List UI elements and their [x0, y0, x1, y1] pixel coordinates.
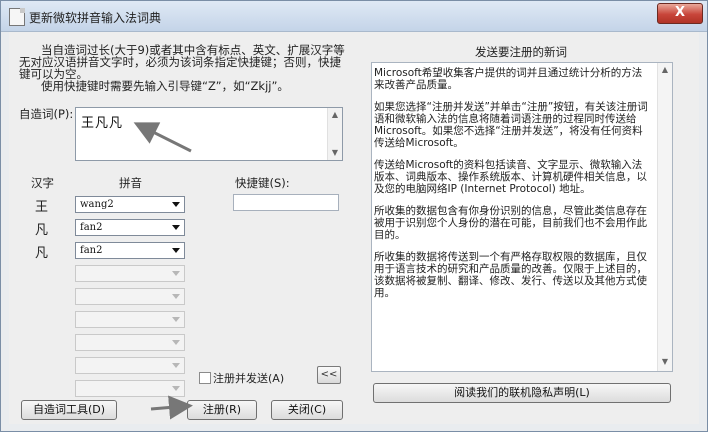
dropdown-arrow-icon — [172, 271, 180, 276]
pinyin-select-1[interactable]: wang2 — [75, 196, 185, 213]
close-button[interactable]: 关闭(C) — [271, 400, 343, 420]
info-paragraph: Microsoft希望收集客户提供的词并且通过统计分析的方法来改善产品质量。 — [374, 67, 643, 91]
privacy-statement-button[interactable]: 阅读我们的联机隐私声明(L) — [373, 383, 671, 403]
pinyin-select-3[interactable]: fan2 — [75, 242, 185, 259]
custom-word-input[interactable]: 王凡凡 ▲ ▼ — [75, 107, 343, 161]
info-paragraph: 如果您选择“注册并发送”并单击“注册”按钮，有关该注册词语和微软输入法的信息将随… — [374, 101, 648, 149]
pinyin-select-8 — [75, 357, 185, 374]
scroll-down-icon[interactable]: ▼ — [330, 148, 340, 158]
instructions: 当自造词过长(大于9)或者其中含有标点、英文、扩展汉字等无对应汉语拼音文字时，必… — [19, 44, 349, 92]
dropdown-arrow-icon — [172, 340, 180, 345]
dropdown-arrow-icon — [172, 294, 180, 299]
register-button[interactable]: 注册(R) — [187, 400, 257, 420]
pinyin-select-7 — [75, 334, 185, 351]
dialog-window: 更新微软拼音输入法词典 X 当自造词过长(大于9)或者其中含有标点、英文、扩展汉… — [0, 0, 708, 432]
title-bar[interactable]: 更新微软拼音输入法词典 X — [1, 1, 707, 32]
dropdown-arrow-icon — [172, 363, 180, 368]
hanzi-char-2: 凡 — [35, 223, 49, 238]
send-panel-title: 发送要注册的新词 — [475, 45, 567, 59]
instructions-line-1: 当自造词过长(大于9)或者其中含有标点、英文、扩展汉字等无对应汉语拼音文字时，必… — [19, 43, 345, 81]
pinyin-value-2: fan2 — [80, 222, 103, 233]
pinyin-select-4 — [75, 265, 185, 282]
pinyin-column-header: 拼音 — [119, 176, 142, 190]
custom-word-label: 自造词(P): — [19, 107, 74, 121]
info-panel-text: Microsoft希望收集客户提供的词并且通过统计分析的方法来改善产品质量。 如… — [374, 67, 650, 309]
info-panel-scrollbar[interactable]: ▲ ▼ — [657, 63, 672, 371]
hanzi-column-header: 汉字 — [31, 176, 54, 190]
scroll-up-icon[interactable]: ▲ — [330, 110, 340, 120]
pinyin-select-2[interactable]: fan2 — [75, 219, 185, 236]
dropdown-arrow-icon — [172, 202, 180, 207]
info-panel: Microsoft希望收集客户提供的词并且通过统计分析的方法来改善产品质量。 如… — [371, 62, 673, 372]
close-window-button[interactable]: X — [657, 3, 703, 24]
dropdown-arrow-icon — [172, 317, 180, 322]
collapse-panel-button[interactable]: << — [317, 366, 341, 384]
dropdown-arrow-icon — [172, 248, 180, 253]
dropdown-arrow-icon — [172, 225, 180, 230]
pinyin-value-1: wang2 — [80, 199, 114, 210]
instructions-line-2: 使用快捷键时需要先输入引导键“Z”，如“Zkjj”。 — [41, 79, 289, 93]
register-and-send-label[interactable]: 注册并发送(A) — [213, 370, 284, 386]
word-tools-button[interactable]: 自造词工具(D) — [21, 400, 117, 420]
pinyin-value-3: fan2 — [80, 245, 103, 256]
custom-word-value: 王凡凡 — [81, 116, 124, 131]
info-paragraph: 所收集的数据包含有你身份识别的信息，尽管此类信息存在被用于识别您个人身份的潜在可… — [374, 205, 647, 241]
window-title: 更新微软拼音输入法词典 — [29, 11, 162, 25]
info-paragraph: 所收集的数据将传送到一个有严格存取权限的数据库，且仅用于语言技术的研究和产品质量… — [374, 251, 647, 299]
custom-word-scrollbar[interactable]: ▲ ▼ — [327, 108, 342, 160]
register-and-send-checkbox[interactable] — [199, 372, 211, 384]
dialog-body: 当自造词过长(大于9)或者其中含有标点、英文、扩展汉字等无对应汉语拼音文字时，必… — [9, 32, 699, 424]
hanzi-char-3: 凡 — [35, 246, 49, 261]
pinyin-select-9 — [75, 380, 185, 397]
dropdown-arrow-icon — [172, 386, 180, 391]
shortcut-label: 快捷键(S): — [235, 176, 290, 190]
info-paragraph: 传送给Microsoft的资料包括读音、文字显示、微软输入法版本、词典版本、操作… — [374, 159, 647, 195]
hanzi-char-1: 王 — [35, 200, 49, 215]
pinyin-select-6 — [75, 311, 185, 328]
scroll-down-icon[interactable]: ▼ — [660, 357, 670, 367]
scroll-up-icon[interactable]: ▲ — [660, 65, 670, 75]
pinyin-select-5 — [75, 288, 185, 305]
shortcut-input[interactable] — [233, 194, 339, 211]
app-icon — [9, 8, 25, 26]
